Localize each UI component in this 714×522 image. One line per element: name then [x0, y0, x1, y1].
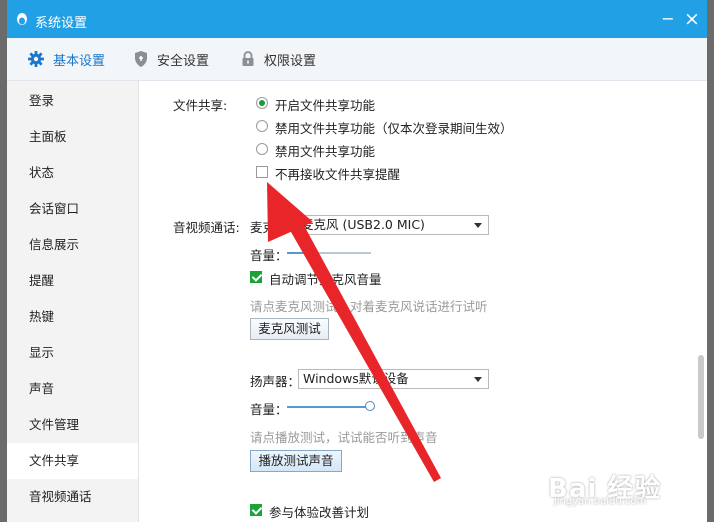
speaker-select[interactable]: Windows默认设备: [298, 369, 489, 389]
speaker-label: 扬声器：: [250, 374, 301, 389]
microphone-select[interactable]: 麦克风 (USB2.0 MIC): [296, 215, 489, 235]
mic-volume-slider[interactable]: [287, 247, 371, 257]
sidebar-item-reminder[interactable]: 提醒: [7, 263, 138, 299]
shield-icon: [135, 51, 147, 67]
radio-enable-file-share[interactable]: [256, 97, 268, 109]
tab-security-settings[interactable]: 安全设置: [133, 38, 209, 80]
radio-disable-file-share-session[interactable]: [256, 120, 268, 132]
tab-label: 安全设置: [157, 53, 210, 69]
tab-label: 权限设置: [264, 53, 317, 69]
penguin-logo-icon: [17, 13, 27, 25]
file-share-section-label: 文件共享:: [173, 98, 228, 113]
sidebar-item-info-display[interactable]: 信息展示: [7, 227, 138, 263]
window-title: 系统设置: [35, 16, 88, 31]
sidebar-item-file-management[interactable]: 文件管理: [7, 407, 138, 443]
close-button[interactable]: ×: [683, 10, 701, 29]
chevron-down-icon: [474, 223, 482, 228]
lock-icon: [242, 51, 254, 66]
sidebar-item-av-call[interactable]: 音视频通话: [7, 479, 138, 515]
radio-disable-file-share-label: 禁用文件共享功能: [275, 144, 376, 159]
tab-label: 基本设置: [53, 53, 106, 69]
chevron-down-icon: [474, 377, 482, 382]
title-bar: 系统设置 − ×: [7, 0, 707, 38]
settings-window: 系统设置 − × 基本设置 安全设置 权限设置 登录 主面板 状态 会话窗口 信…: [7, 0, 707, 522]
speaker-select-value: Windows默认设备: [303, 371, 409, 386]
radio-disable-file-share[interactable]: [256, 143, 268, 155]
tab-permission-settings[interactable]: 权限设置: [240, 38, 316, 80]
speaker-test-button[interactable]: 播放测试声音: [250, 450, 342, 472]
checkbox-auto-adjust-mic[interactable]: [250, 271, 262, 283]
minimize-button[interactable]: −: [659, 10, 677, 28]
mic-volume-label: 音量：: [250, 248, 288, 263]
checkbox-improvement-program-label: 参与体验改善计划: [269, 505, 370, 520]
sidebar-item-file-sharing[interactable]: 文件共享: [7, 443, 138, 479]
speaker-volume-label: 音量：: [250, 402, 288, 417]
mic-test-hint: 请点麦克风测试，对着麦克风说话进行试听: [250, 299, 488, 314]
checkbox-no-file-share-reminder[interactable]: [256, 166, 268, 178]
settings-content: 文件共享: 开启文件共享功能 禁用文件共享功能（仅本次登录期间生效） 禁用文件共…: [139, 81, 707, 522]
speaker-volume-fill: [287, 406, 371, 408]
microphone-select-value: 麦克风 (USB2.0 MIC): [301, 217, 425, 232]
sidebar-item-chat-window[interactable]: 会话窗口: [7, 191, 138, 227]
speaker-volume-thumb[interactable]: [365, 401, 375, 411]
tab-basic-settings[interactable]: 基本设置: [27, 38, 105, 80]
sidebar-item-hotkey[interactable]: 热键: [7, 299, 138, 335]
checkbox-auto-adjust-mic-label: 自动调节麦克风音量: [269, 272, 382, 287]
sidebar-item-main-panel[interactable]: 主面板: [7, 119, 138, 155]
av-call-section-label: 音视频通话:: [173, 220, 240, 235]
settings-sidebar: 登录 主面板 状态 会话窗口 信息展示 提醒 热键 显示 声音 文件管理 文件共…: [7, 81, 139, 522]
sidebar-item-display[interactable]: 显示: [7, 335, 138, 371]
gear-icon: [28, 51, 44, 67]
sidebar-item-login[interactable]: 登录: [7, 83, 138, 119]
checkbox-no-file-share-reminder-label: 不再接收文件共享提醒: [275, 167, 401, 182]
sidebar-item-status[interactable]: 状态: [7, 155, 138, 191]
speaker-test-hint: 请点播放测试，试试能否听到声音: [250, 430, 438, 445]
mic-test-button[interactable]: 麦克风测试: [250, 318, 329, 340]
sidebar-item-sound[interactable]: 声音: [7, 371, 138, 407]
speaker-volume-slider[interactable]: [287, 401, 375, 411]
radio-enable-file-share-label: 开启文件共享功能: [275, 98, 376, 113]
microphone-label: 麦克风:: [250, 220, 292, 235]
radio-disable-file-share-session-label: 禁用文件共享功能（仅本次登录期间生效）: [275, 121, 513, 136]
content-scrollbar-thumb[interactable]: [698, 355, 704, 439]
checkbox-improvement-program[interactable]: [250, 504, 262, 516]
mic-volume-thumb[interactable]: [307, 247, 317, 257]
settings-tabbar: 基本设置 安全设置 权限设置: [7, 38, 707, 81]
